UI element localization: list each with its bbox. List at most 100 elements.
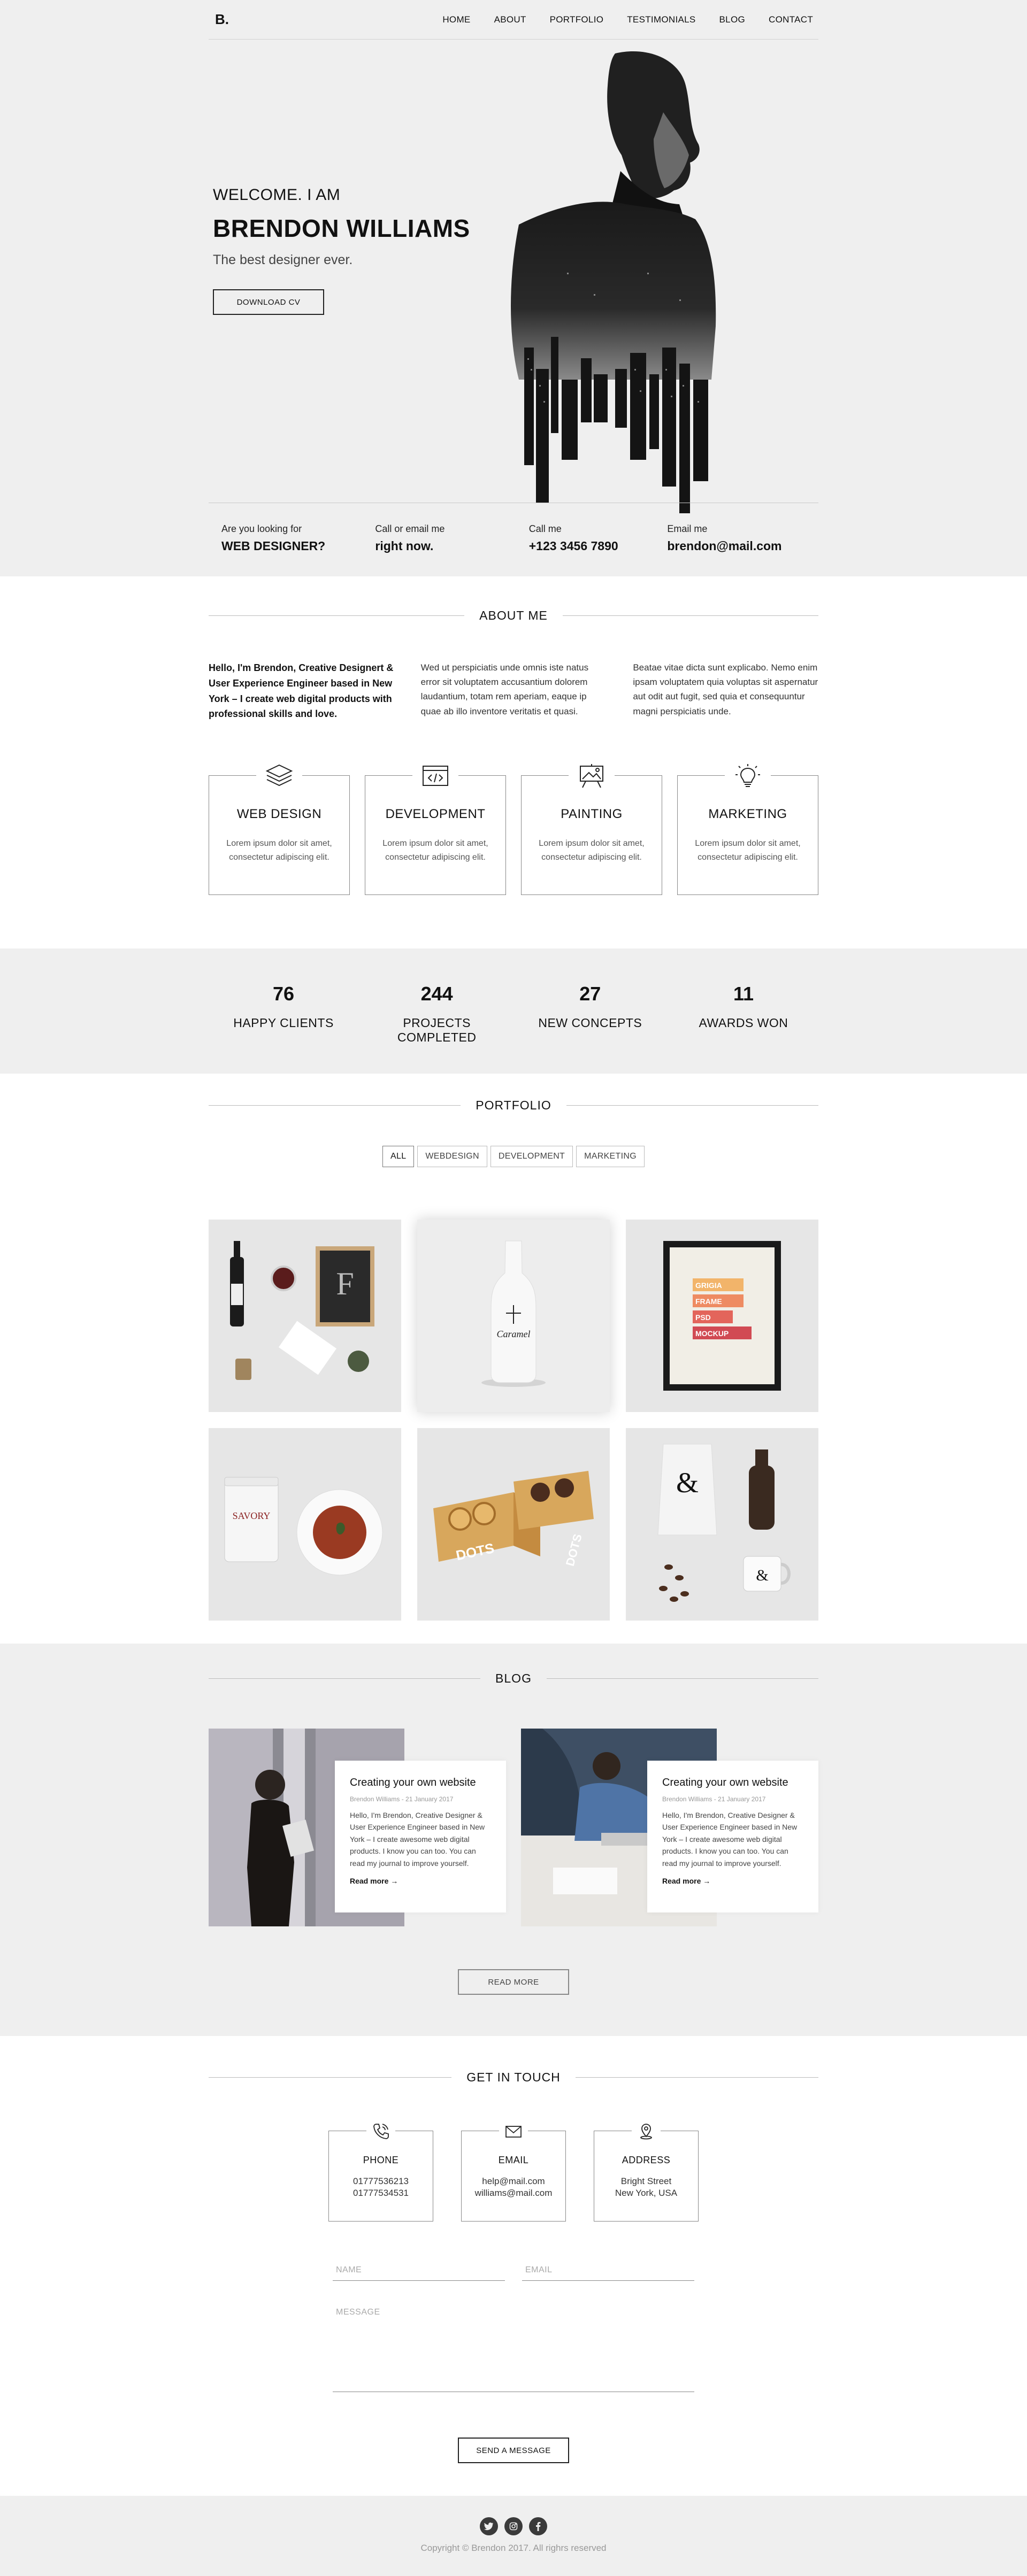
contact-card-address: ADDRESS Bright Street New York, USA xyxy=(594,2123,699,2222)
lightbulb-icon xyxy=(725,763,771,792)
stats-section: 76 HAPPY CLIENTS 244 PROJECTS COMPLETED … xyxy=(0,948,1027,1074)
easel-icon xyxy=(569,763,615,792)
portfolio-section: PORTFOLIO ALL WEBDESIGN DEVELOPMENT MARK… xyxy=(0,1074,1027,1644)
email-address[interactable]: williams@mail.com xyxy=(475,2188,553,2198)
contact-card-phone: PHONE 01777536213 01777534531 xyxy=(328,2123,433,2222)
stat-happy-clients: 76 HAPPY CLIENTS xyxy=(233,983,334,1030)
svg-text:SAVORY: SAVORY xyxy=(233,1510,271,1521)
svg-text:DOTS: DOTS xyxy=(563,1532,585,1568)
hero-section: B. HOME ABOUT PORTFOLIO TESTIMONIALS BLO… xyxy=(0,0,1027,576)
svg-text:FRAME: FRAME xyxy=(695,1297,722,1306)
send-message-button[interactable]: SEND A MESSAGE xyxy=(458,2438,569,2463)
portfolio-item[interactable]: & & xyxy=(626,1428,818,1621)
menu-item-blog[interactable]: BLOG xyxy=(719,14,745,25)
blog-section: BLOG Creating your own website Brendon W… xyxy=(0,1644,1027,2036)
section-heading: GET IN TOUCH xyxy=(209,2070,818,2085)
contact-bar-item: Email me brendon@mail.com xyxy=(667,523,806,553)
stat-projects-completed: 244 PROJECTS COMPLETED xyxy=(397,983,477,1044)
instagram-icon[interactable] xyxy=(504,2517,523,2535)
service-card-marketing: MARKETING Lorem ipsum dolor sit amet, co… xyxy=(677,763,818,896)
envelope-icon xyxy=(499,2123,528,2142)
facebook-icon[interactable] xyxy=(529,2517,547,2535)
hero-welcome: WELCOME. I AM xyxy=(213,186,341,204)
email-link[interactable]: brendon@mail.com xyxy=(667,539,806,553)
stat-awards-won: 11 AWARDS WON xyxy=(699,983,788,1030)
portfolio-grid: F Caramel GRIGIA FRAME PSD MOCKUP SAVORY… xyxy=(209,1220,818,1621)
contact-bar-item: Call or email me right now. xyxy=(375,523,445,553)
phone-number[interactable]: 01777534531 xyxy=(353,2188,409,2198)
about-paragraph: Wed ut perspiciatis unde omnis iste natu… xyxy=(420,662,589,716)
svg-text:MOCKUP: MOCKUP xyxy=(695,1329,729,1338)
contact-form xyxy=(333,2260,694,2395)
twitter-icon[interactable] xyxy=(480,2517,498,2535)
menu-item-portfolio[interactable]: PORTFOLIO xyxy=(550,14,604,25)
menu-item-contact[interactable]: CONTACT xyxy=(769,14,813,25)
site-logo[interactable]: B. xyxy=(209,11,229,28)
section-heading: PORTFOLIO xyxy=(209,1098,818,1113)
section-heading: BLOG xyxy=(209,1671,819,1686)
svg-text:Caramel: Caramel xyxy=(497,1329,531,1339)
copyright-text: Copyright © Brendon 2017. All righrs res… xyxy=(420,2543,607,2553)
name-input[interactable] xyxy=(333,2260,505,2281)
phone-link[interactable]: +123 3456 7890 xyxy=(529,539,668,553)
blog-post-excerpt: Hello, I'm Brendon, Creative Designer & … xyxy=(662,1811,798,1868)
menu-item-about[interactable]: ABOUT xyxy=(494,14,526,25)
hero-tagline: The best designer ever. xyxy=(213,252,353,267)
poster-frame-image: GRIGIA FRAME PSD MOCKUP xyxy=(663,1241,781,1391)
white-bottle-image: Caramel xyxy=(481,1240,546,1387)
read-more-button[interactable]: READ MORE xyxy=(458,1969,569,1995)
about-intro: Hello, I'm Brendon, Creative Designert &… xyxy=(209,662,394,720)
service-card-painting: PAINTING Lorem ipsum dolor sit amet, con… xyxy=(521,763,662,896)
svg-text:&: & xyxy=(676,1467,699,1499)
portfolio-item[interactable]: GRIGIA FRAME PSD MOCKUP xyxy=(626,1220,818,1412)
location-pin-icon xyxy=(632,2123,661,2142)
menu-item-home[interactable]: HOME xyxy=(442,14,470,25)
contact-section: GET IN TOUCH PHONE 01777536213 0177753453… xyxy=(0,2036,1027,2496)
blog-post-card: Creating your own website Brendon Willia… xyxy=(335,1761,506,1912)
about-section: ABOUT ME Hello, I'm Brendon, Creative De… xyxy=(0,576,1027,948)
filter-webdesign[interactable]: WEBDESIGN xyxy=(417,1146,487,1167)
hero-portrait-image xyxy=(511,51,716,513)
email-address[interactable]: help@mail.com xyxy=(482,2176,545,2186)
blog-post-meta: Brendon Williams - 21 January 2017 xyxy=(350,1795,454,1803)
service-card-development: DEVELOPMENT Lorem ipsum dolor sit amet, … xyxy=(365,763,506,896)
stat-new-concepts: 27 NEW CONCEPTS xyxy=(538,983,642,1030)
blog-post: Creating your own website Brendon Willia… xyxy=(209,1729,506,1926)
contact-bar-item: Are you looking for WEB DESIGNER? xyxy=(221,523,326,553)
portfolio-filters: ALL WEBDESIGN DEVELOPMENT MARKETING xyxy=(209,1146,818,1167)
blog-post-excerpt: Hello, I'm Brendon, Creative Designer & … xyxy=(350,1811,485,1868)
svg-text:PSD: PSD xyxy=(695,1313,711,1322)
main-menu: HOME ABOUT PORTFOLIO TESTIMONIALS BLOG C… xyxy=(442,14,818,25)
blog-post-card: Creating your own website Brendon Willia… xyxy=(647,1761,818,1912)
portfolio-item[interactable]: SAVORY xyxy=(209,1428,401,1621)
message-input[interactable] xyxy=(333,2302,694,2392)
download-cv-button[interactable]: DOWNLOAD CV xyxy=(213,289,324,315)
menu-item-testimonials[interactable]: TESTIMONIALS xyxy=(627,14,695,25)
filter-development[interactable]: DEVELOPMENT xyxy=(490,1146,573,1167)
blog-post-title[interactable]: Creating your own website xyxy=(662,1777,803,1789)
coffee-tin-soup-image: SAVORY xyxy=(224,1477,383,1576)
social-links xyxy=(0,2517,1027,2535)
service-card-web-design: WEB DESIGN Lorem ipsum dolor sit amet, c… xyxy=(209,763,350,896)
top-nav: B. HOME ABOUT PORTFOLIO TESTIMONIALS BLO… xyxy=(209,0,818,40)
layers-icon xyxy=(256,763,302,792)
hero-intro: WELCOME. I AM BRENDON WILLIAMS The best … xyxy=(213,186,470,315)
section-heading: ABOUT ME xyxy=(209,608,818,623)
filter-marketing[interactable]: MARKETING xyxy=(576,1146,645,1167)
phone-number[interactable]: 01777536213 xyxy=(353,2176,409,2186)
blog-post-title[interactable]: Creating your own website xyxy=(350,1777,491,1789)
svg-text:GRIGIA: GRIGIA xyxy=(695,1281,722,1290)
contact-bar-item: Call me +123 3456 7890 xyxy=(529,523,668,553)
services-list: WEB DESIGN Lorem ipsum dolor sit amet, c… xyxy=(209,763,818,896)
read-more-link[interactable]: Read more → xyxy=(662,1877,710,1885)
portfolio-item[interactable]: DOTS DOTS xyxy=(417,1428,610,1621)
portfolio-item[interactable]: Caramel xyxy=(417,1220,610,1412)
email-input[interactable] xyxy=(522,2260,694,2281)
read-more-link[interactable]: Read more → xyxy=(350,1877,398,1885)
filter-all[interactable]: ALL xyxy=(382,1146,415,1167)
blog-post: Creating your own website Brendon Willia… xyxy=(521,1729,818,1926)
portfolio-item[interactable]: F xyxy=(209,1220,401,1412)
contact-card-email: EMAIL help@mail.com williams@mail.com xyxy=(461,2123,566,2222)
blog-posts: Creating your own website Brendon Willia… xyxy=(209,1729,818,1926)
hero-name: BRENDON WILLIAMS xyxy=(213,214,470,242)
